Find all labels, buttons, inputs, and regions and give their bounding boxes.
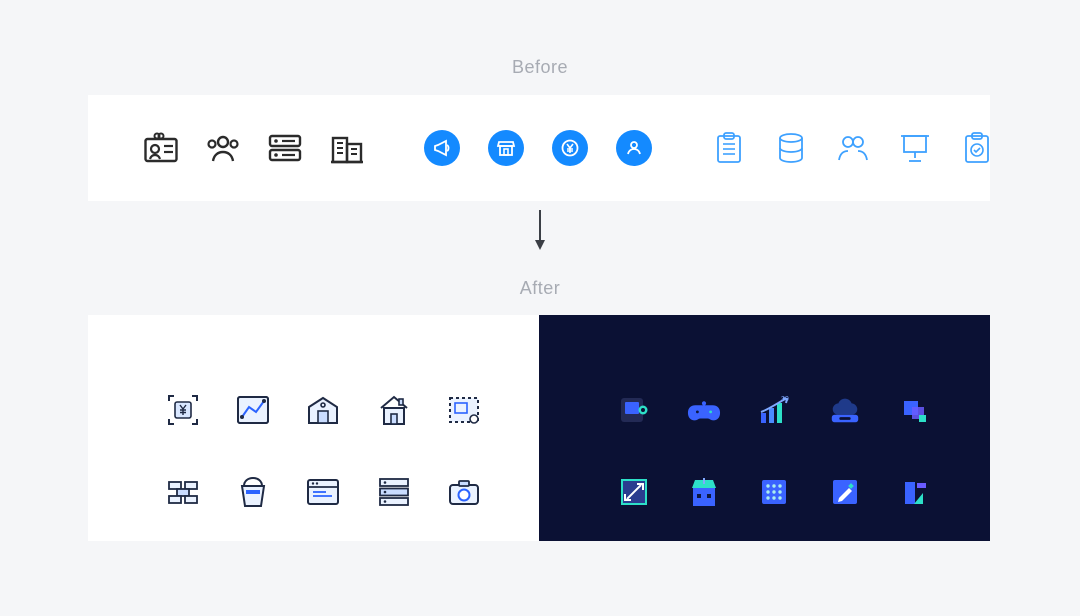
before-panel — [88, 95, 990, 201]
blueprint-icon — [447, 393, 481, 427]
org-icon — [616, 130, 652, 166]
before-label: Before — [0, 57, 1080, 78]
list-lines-icon — [268, 131, 302, 165]
camera-icon — [447, 475, 481, 509]
expand-icon — [617, 475, 651, 509]
grid-icon — [757, 475, 791, 509]
id-card-icon — [144, 131, 178, 165]
yen-frame-icon — [166, 393, 200, 427]
store-dark-icon — [687, 475, 721, 509]
megaphone-icon — [424, 130, 460, 166]
people-icon — [836, 131, 870, 165]
gamepad-icon — [687, 393, 721, 427]
presentation-icon — [898, 131, 932, 165]
cloud-storage-icon — [828, 393, 862, 427]
warehouse-icon — [306, 393, 340, 427]
database-icon — [774, 131, 808, 165]
growth-chart-icon: 30 — [757, 393, 791, 427]
shapes-icon — [898, 475, 932, 509]
bucket-icon — [236, 475, 270, 509]
block-stack-icon — [898, 393, 932, 427]
chart-line-icon — [236, 393, 270, 427]
buildings-icon — [330, 131, 364, 165]
after-label: After — [0, 278, 1080, 299]
store-icon — [488, 130, 524, 166]
clipboard-check-icon — [960, 131, 994, 165]
group-icon — [206, 131, 240, 165]
before-group-thin — [712, 131, 994, 165]
after-panel: 30 — [88, 315, 990, 541]
device-icon — [617, 393, 651, 427]
arrow-down-icon — [535, 210, 545, 250]
after-dark-panel: 30 — [539, 315, 990, 541]
browser-window-icon — [306, 475, 340, 509]
before-group-solid — [424, 130, 652, 166]
after-light-panel — [88, 315, 539, 541]
house-icon — [377, 393, 411, 427]
edit-icon — [828, 475, 862, 509]
clipboard-list-icon — [712, 131, 746, 165]
yen-icon — [552, 130, 588, 166]
before-group-outline — [144, 131, 364, 165]
rows-icon — [377, 475, 411, 509]
bricks-icon — [166, 475, 200, 509]
